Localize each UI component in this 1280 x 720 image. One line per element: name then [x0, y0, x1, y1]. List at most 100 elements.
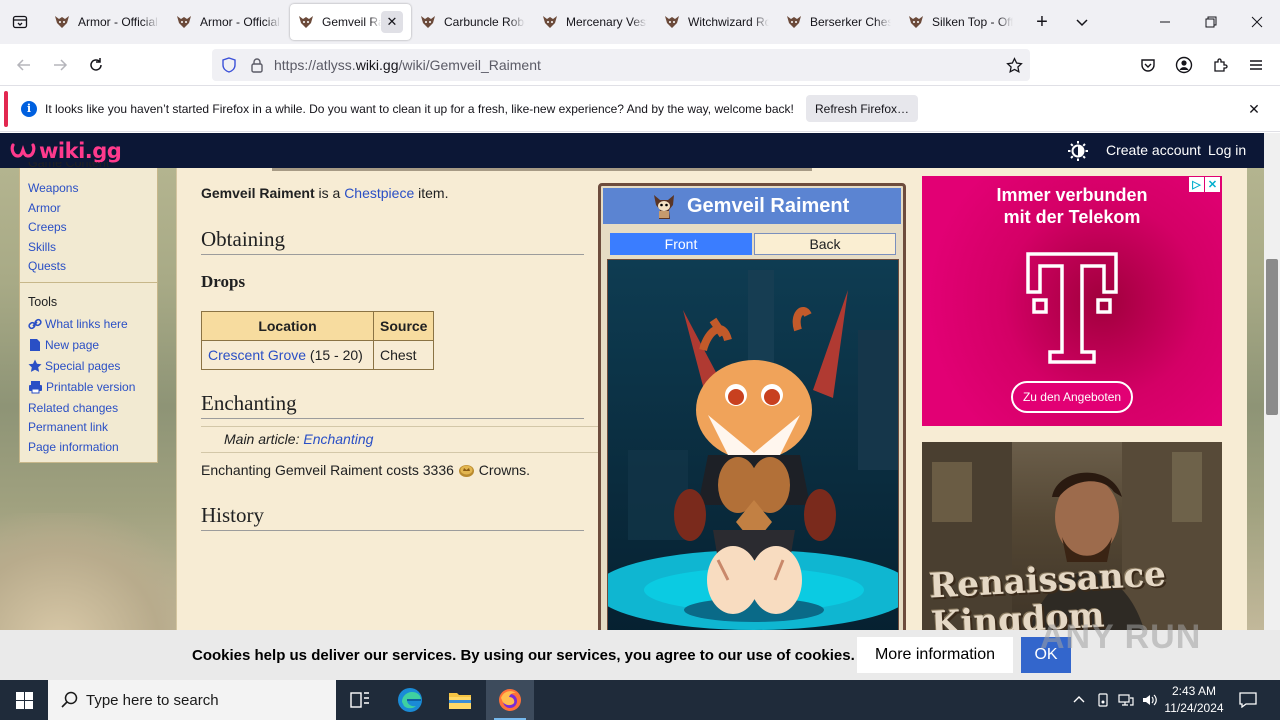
notifications-button[interactable] [1238, 691, 1258, 709]
sidebar-item-skills[interactable]: Skills [28, 240, 56, 254]
speaker-icon [1143, 694, 1157, 706]
sidebar-item-what-links-here[interactable]: What links here [28, 317, 128, 331]
extensions-button[interactable] [1208, 53, 1232, 77]
taskbar-search-box[interactable]: Type here to search [48, 680, 336, 720]
tab-carbuncle-robe[interactable]: Carbuncle Robe [412, 4, 533, 40]
infobox-title: Gemveil Raiment [603, 188, 901, 224]
refresh-firefox-button[interactable]: Refresh Firefox… [806, 95, 918, 122]
sidebar-item-weapons[interactable]: Weapons [28, 181, 78, 195]
task-view-button[interactable] [336, 680, 384, 720]
sidebar-item-quests[interactable]: Quests [28, 259, 66, 273]
edge-taskbar-button[interactable] [386, 680, 434, 720]
close-window-button[interactable] [1234, 0, 1280, 44]
table-row: Crescent Grove (15 - 20) Chest [201, 340, 435, 370]
firefox-taskbar-button[interactable] [486, 680, 534, 720]
sidebar-item-label: What links here [45, 317, 128, 331]
device-tray-icon[interactable] [1094, 691, 1112, 709]
more-information-button[interactable]: More information [857, 637, 1013, 673]
sidebar-item-page-information[interactable]: Page information [28, 440, 119, 454]
cookie-text: Cookies help us deliver our services. By… [192, 647, 855, 664]
tab-back[interactable]: Back [754, 233, 896, 255]
url-text[interactable]: https://atlyss.wiki.gg/wiki/Gemveil_Raim… [274, 57, 541, 73]
chevron-up-icon [1073, 696, 1085, 703]
content-top-strip [272, 168, 812, 171]
device-icon [1098, 693, 1108, 707]
forward-button[interactable] [48, 53, 72, 77]
pocket-button[interactable] [1136, 53, 1160, 77]
theme-toggle-icon[interactable] [1068, 141, 1088, 161]
enchanting-link[interactable]: Enchanting [303, 431, 373, 447]
table-header-row: Location Source [201, 311, 435, 341]
url-domain: wiki.gg [355, 57, 399, 73]
tracking-protection-shield-icon[interactable] [221, 57, 237, 73]
firefox-notification-bar: i It looks like you haven’t started Fire… [0, 87, 1280, 132]
file-explorer-taskbar-button[interactable] [436, 680, 484, 720]
list-all-tabs-button[interactable] [0, 0, 40, 44]
item-infobox: Gemveil Raiment Front Back [598, 183, 906, 630]
scrollbar-thumb[interactable] [1266, 259, 1278, 415]
hamburger-menu-icon [1250, 60, 1262, 70]
heading-obtaining: Obtaining [201, 227, 584, 255]
arrow-right-icon [54, 59, 68, 71]
ad-close-icon[interactable]: ✕ [1205, 177, 1220, 192]
sidebar-divider [20, 282, 157, 283]
back-button[interactable] [12, 53, 36, 77]
reload-button[interactable] [84, 53, 108, 77]
close-notification-icon[interactable]: ✕ [1244, 99, 1264, 119]
close-tab-icon[interactable]: ✕ [381, 11, 403, 33]
tab-title: Gemveil Raiment [322, 15, 381, 29]
tab-silken-top[interactable]: Silken Top - Official [900, 4, 1021, 40]
atlyss-favicon-icon [299, 16, 313, 28]
crescent-grove-link[interactable]: Crescent Grove [208, 347, 306, 363]
minimize-button[interactable] [1142, 0, 1188, 44]
telekom-advertisement[interactable]: Immer verbunden mit der Telekom ▷ ✕ Zu d… [922, 176, 1222, 426]
account-button[interactable] [1172, 53, 1196, 77]
column-header: Source [372, 311, 435, 341]
url-prefix: https://atlyss. [274, 57, 356, 73]
tab-armor-2[interactable]: Armor - Official [168, 4, 289, 40]
create-account-link[interactable]: Create account [1106, 142, 1201, 158]
chevron-down-icon [1076, 19, 1088, 27]
sidebar-item-special-pages[interactable]: Special pages [28, 359, 120, 373]
ad-cta-button[interactable]: Zu den Angeboten [1011, 381, 1133, 413]
renaissance-kingdom-advertisement[interactable]: Renaissance Kingdom [922, 442, 1222, 630]
enchanting-cost-text: Enchanting Gemveil Raiment costs 3336 Cr… [201, 462, 530, 478]
sidebar-item-printable-version[interactable]: Printable version [28, 380, 135, 394]
sidebar-item-armor[interactable]: Armor [28, 201, 61, 215]
sidebar-item-creeps[interactable]: Creeps [28, 220, 67, 234]
network-tray-icon[interactable] [1117, 691, 1135, 709]
search-placeholder: Type here to search [86, 691, 219, 709]
start-button[interactable] [0, 680, 48, 720]
volume-tray-icon[interactable] [1141, 691, 1159, 709]
ad-headline: Immer verbunden mit der Telekom [996, 185, 1148, 227]
sidebar-item-permanent-link[interactable]: Permanent link [28, 420, 108, 434]
restore-button[interactable] [1188, 0, 1234, 44]
star-icon [28, 359, 42, 372]
sidebar-item-new-page[interactable]: New page [28, 338, 99, 352]
bookmark-star-icon[interactable] [1006, 57, 1023, 74]
address-bar[interactable]: https://atlyss.wiki.gg/wiki/Gemveil_Raim… [212, 49, 1030, 81]
item-preview-image [607, 259, 899, 630]
tab-title: Carbuncle Robe [444, 15, 525, 29]
tab-berserker-chest[interactable]: Berserker Chest [778, 4, 899, 40]
tab-gemveil-raiment[interactable]: Gemveil Raiment ✕ [290, 4, 411, 40]
tab-witchwizard-robe[interactable]: Witchwizard Robe [656, 4, 777, 40]
tab-mercenary-vest[interactable]: Mercenary Vest [534, 4, 655, 40]
item-name: Gemveil Raiment [201, 185, 315, 201]
ad-choices-icon[interactable]: ▷ [1189, 177, 1204, 192]
notification-text: It looks like you haven’t started Firefo… [45, 102, 794, 116]
chestpiece-link[interactable]: Chestpiece [344, 185, 414, 201]
page-scrollbar[interactable] [1264, 133, 1280, 630]
log-in-link[interactable]: Log in [1208, 142, 1246, 158]
wiki-gg-logo[interactable]: wiki.gg [10, 139, 122, 163]
tab-front[interactable]: Front [610, 233, 752, 255]
taskbar-clock[interactable]: 2:43 AM 11/24/2024 [1160, 683, 1228, 717]
app-menu-button[interactable] [1244, 53, 1268, 77]
lock-icon[interactable] [249, 57, 265, 73]
table-cell-location: Crescent Grove (15 - 20) [201, 340, 374, 370]
tab-overflow-button[interactable] [1070, 10, 1094, 34]
tab-armor-1[interactable]: Armor - Official [46, 4, 167, 40]
sidebar-item-related-changes[interactable]: Related changes [28, 401, 118, 415]
new-tab-button[interactable]: + [1030, 10, 1054, 34]
show-hidden-icons[interactable] [1070, 691, 1088, 709]
